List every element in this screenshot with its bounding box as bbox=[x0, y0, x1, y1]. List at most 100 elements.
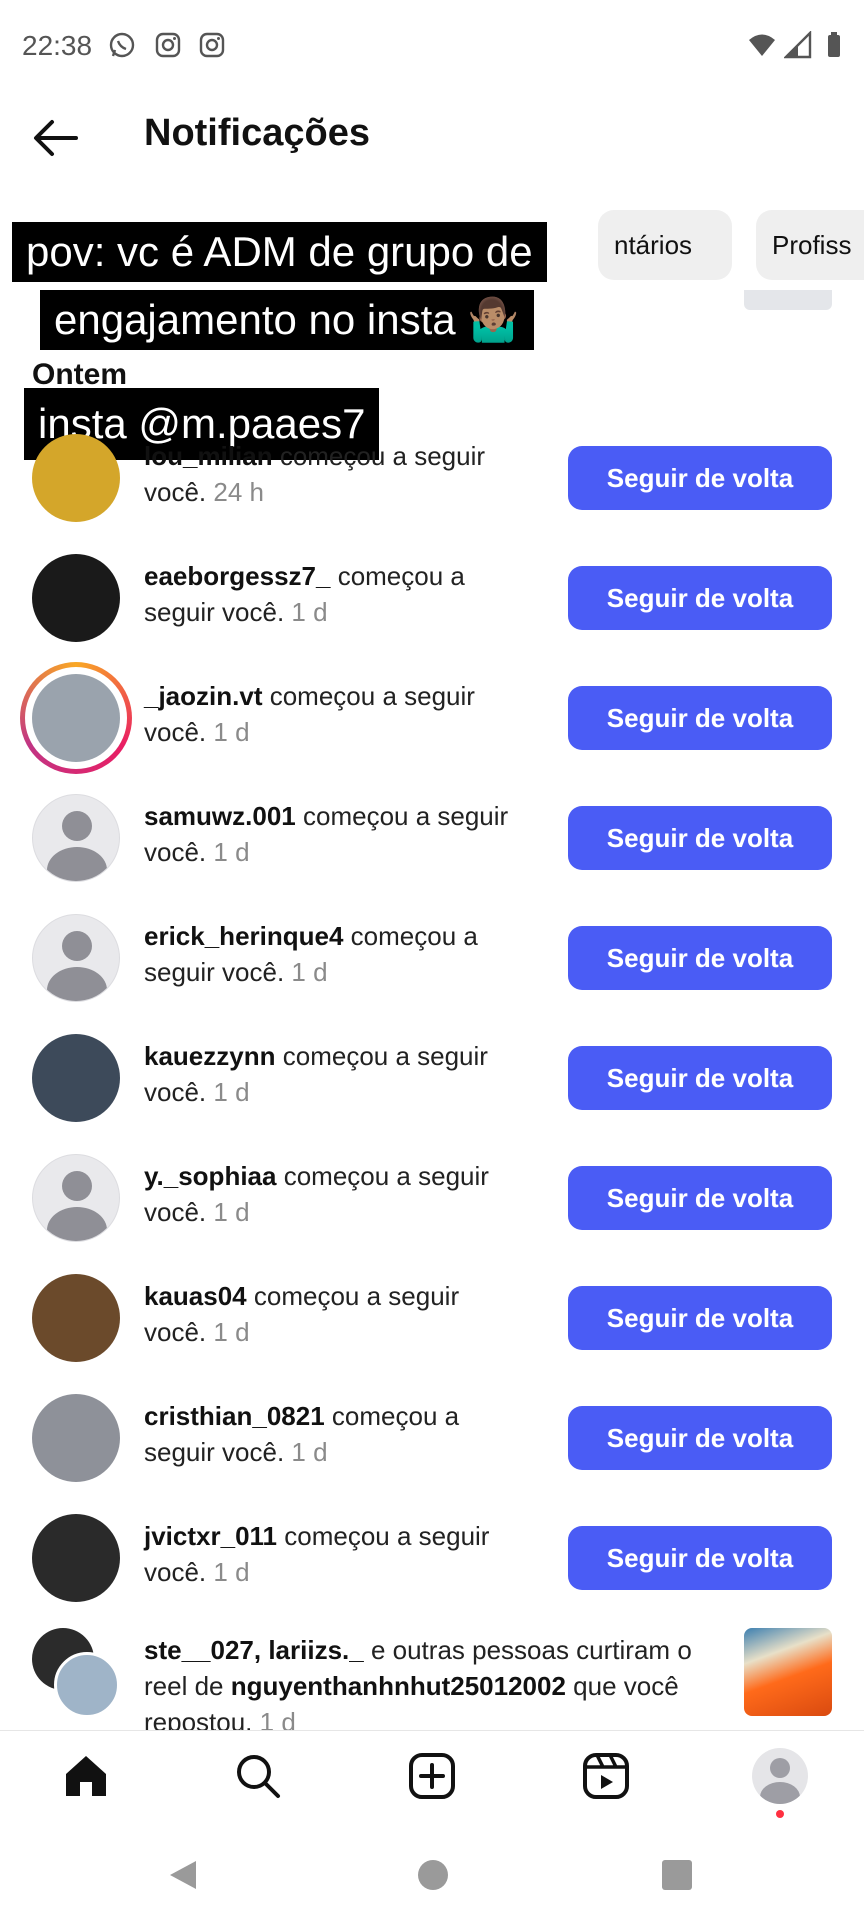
home-icon[interactable] bbox=[60, 1750, 112, 1802]
follow-back-button[interactable]: Seguir de volta bbox=[568, 1406, 832, 1470]
action-text: você. bbox=[144, 1557, 207, 1587]
avatar[interactable] bbox=[32, 1274, 120, 1362]
follow-back-button[interactable]: Seguir de volta bbox=[568, 686, 832, 750]
notification-row[interactable]: erick_herinque4 começou a seguir você. 1… bbox=[0, 898, 864, 1018]
notification-text: y._sophiaa começou a seguir você. 1 d bbox=[144, 1158, 544, 1230]
action-text: começou a seguir bbox=[302, 801, 509, 831]
action-text: começou a seguir bbox=[283, 1161, 489, 1191]
follow-back-button[interactable]: Seguir de volta bbox=[568, 566, 832, 630]
avatar[interactable] bbox=[32, 1034, 120, 1122]
action-text: começou a bbox=[350, 921, 478, 951]
reel-notification-text: ste__027, lariizs._ e outras pessoas cur… bbox=[144, 1632, 724, 1740]
notification-row[interactable]: _jaozin.vt começou a seguir você. 1 d Se… bbox=[0, 658, 864, 778]
reel-notification[interactable]: ste__027, lariizs._ e outras pessoas cur… bbox=[0, 1624, 864, 1737]
time-ago: 1 d bbox=[291, 1437, 328, 1467]
notification-row[interactable]: kauas04 começou a seguir você. 1 d Segui… bbox=[0, 1258, 864, 1378]
whatsapp-icon bbox=[109, 32, 135, 58]
battery-icon bbox=[828, 32, 840, 57]
follow-back-button[interactable]: Seguir de volta bbox=[568, 446, 832, 510]
username[interactable]: kauezzynn bbox=[144, 1041, 276, 1071]
caption-line-1: pov: vc é ADM de grupo de bbox=[12, 222, 547, 282]
notification-row[interactable]: cristhian_0821 começou a seguir você. 1 … bbox=[0, 1378, 864, 1498]
avatar[interactable] bbox=[32, 1514, 120, 1602]
action-text: você. bbox=[144, 477, 207, 507]
notification-text: kauezzynn começou a seguir você. 1 d bbox=[144, 1038, 544, 1110]
back-arrow-icon[interactable] bbox=[30, 112, 82, 164]
reels-icon[interactable] bbox=[580, 1750, 632, 1802]
notification-row[interactable]: kauezzynn começou a seguir você. 1 d Seg… bbox=[0, 1018, 864, 1138]
notification-row[interactable]: eaeborgessz7_ começou a seguir você. 1 d… bbox=[0, 538, 864, 658]
username[interactable]: kauas04 bbox=[144, 1281, 247, 1311]
action-text: começou a seguir bbox=[284, 1521, 490, 1551]
notification-text: _jaozin.vt começou a seguir você. 1 d bbox=[144, 678, 544, 750]
system-home-icon[interactable] bbox=[418, 1860, 448, 1890]
wifi-icon bbox=[749, 34, 775, 56]
search-icon[interactable] bbox=[232, 1750, 284, 1802]
notification-dot bbox=[776, 1810, 784, 1818]
system-recents-icon[interactable] bbox=[662, 1860, 692, 1890]
time-ago: 1 d bbox=[213, 1077, 250, 1107]
action-text: começou a seguir bbox=[282, 1041, 488, 1071]
thumbnail-partial bbox=[744, 290, 832, 310]
notification-row[interactable]: y._sophiaa começou a seguir você. 1 d Se… bbox=[0, 1138, 864, 1258]
action-text: você. bbox=[144, 717, 207, 747]
follow-back-button[interactable]: Seguir de volta bbox=[568, 1166, 832, 1230]
time-ago: 24 h bbox=[213, 477, 264, 507]
profile-icon[interactable] bbox=[752, 1748, 808, 1804]
time-ago: 1 d bbox=[213, 717, 250, 747]
section-label: Ontem bbox=[32, 358, 128, 391]
time-ago: 1 d bbox=[213, 1317, 250, 1347]
page-title: Notificações bbox=[144, 112, 370, 154]
status-time: 22:38 bbox=[22, 30, 93, 61]
notification-text: erick_herinque4 começou a seguir você. 1… bbox=[144, 918, 544, 990]
notification-row[interactable]: jvictxr_011 começou a seguir você. 1 d S… bbox=[0, 1498, 864, 1618]
avatar[interactable] bbox=[32, 434, 120, 522]
username[interactable]: eaeborgessz7_ bbox=[144, 561, 330, 591]
action-text: começou a seguir bbox=[279, 441, 486, 471]
avatar bbox=[54, 1652, 120, 1718]
action-text: começou a seguir bbox=[253, 1281, 460, 1311]
reel-usernames[interactable]: ste__027, lariizs._ bbox=[144, 1635, 364, 1665]
avatar[interactable] bbox=[32, 794, 120, 882]
action-text: você. bbox=[144, 1077, 207, 1107]
avatar[interactable] bbox=[32, 1394, 120, 1482]
action-text: seguir você. bbox=[144, 1437, 285, 1467]
action-text: começou a seguir bbox=[269, 681, 475, 711]
avatar[interactable] bbox=[32, 914, 120, 1002]
instagram-icon bbox=[199, 32, 225, 58]
filter-chip-profissional[interactable]: Profiss bbox=[756, 210, 864, 280]
avatar[interactable] bbox=[32, 554, 120, 642]
notification-text: lou_milian começou a seguir você. 24 h bbox=[144, 438, 544, 510]
follow-back-button[interactable]: Seguir de volta bbox=[568, 1046, 832, 1110]
notification-row[interactable]: lou_milian começou a seguir você. 24 h S… bbox=[0, 418, 864, 538]
reel-owner[interactable]: nguyenthanhnhut25012002 bbox=[231, 1671, 566, 1701]
system-back-icon[interactable] bbox=[166, 1858, 200, 1892]
avatar[interactable] bbox=[32, 674, 120, 762]
status-bar: 22:38 bbox=[0, 0, 864, 92]
username[interactable]: cristhian_0821 bbox=[144, 1401, 325, 1431]
username[interactable]: lou_milian bbox=[144, 441, 273, 471]
follow-back-button[interactable]: Seguir de volta bbox=[568, 1526, 832, 1590]
time-ago: 1 d bbox=[291, 597, 328, 627]
reel-text-1: e outras pessoas curtiram bbox=[370, 1635, 671, 1665]
username[interactable]: _jaozin.vt bbox=[144, 681, 262, 711]
username[interactable]: erick_herinque4 bbox=[144, 921, 343, 951]
notification-row[interactable]: samuwz.001 começou a seguir você. 1 d Se… bbox=[0, 778, 864, 898]
notification-text: kauas04 começou a seguir você. 1 d bbox=[144, 1278, 544, 1350]
username[interactable]: jvictxr_011 bbox=[144, 1521, 277, 1551]
follow-back-button[interactable]: Seguir de volta bbox=[568, 1286, 832, 1350]
follow-back-button[interactable]: Seguir de volta bbox=[568, 806, 832, 870]
username[interactable]: samuwz.001 bbox=[144, 801, 296, 831]
signal-icon bbox=[784, 31, 812, 59]
action-text: você. bbox=[144, 837, 207, 867]
follow-back-button[interactable]: Seguir de volta bbox=[568, 926, 832, 990]
time-ago: 1 d bbox=[213, 1557, 250, 1587]
caption-line-2: engajamento no insta 🤷🏽‍♂️ bbox=[40, 290, 534, 350]
create-icon[interactable] bbox=[406, 1750, 458, 1802]
notification-text: samuwz.001 começou a seguir você. 1 d bbox=[144, 798, 544, 870]
filter-chip-comentarios[interactable]: ntários bbox=[598, 210, 732, 280]
avatar[interactable] bbox=[32, 1154, 120, 1242]
reel-thumbnail[interactable] bbox=[744, 1628, 832, 1716]
username[interactable]: y._sophiaa bbox=[144, 1161, 276, 1191]
time-ago: 1 d bbox=[213, 1197, 250, 1227]
